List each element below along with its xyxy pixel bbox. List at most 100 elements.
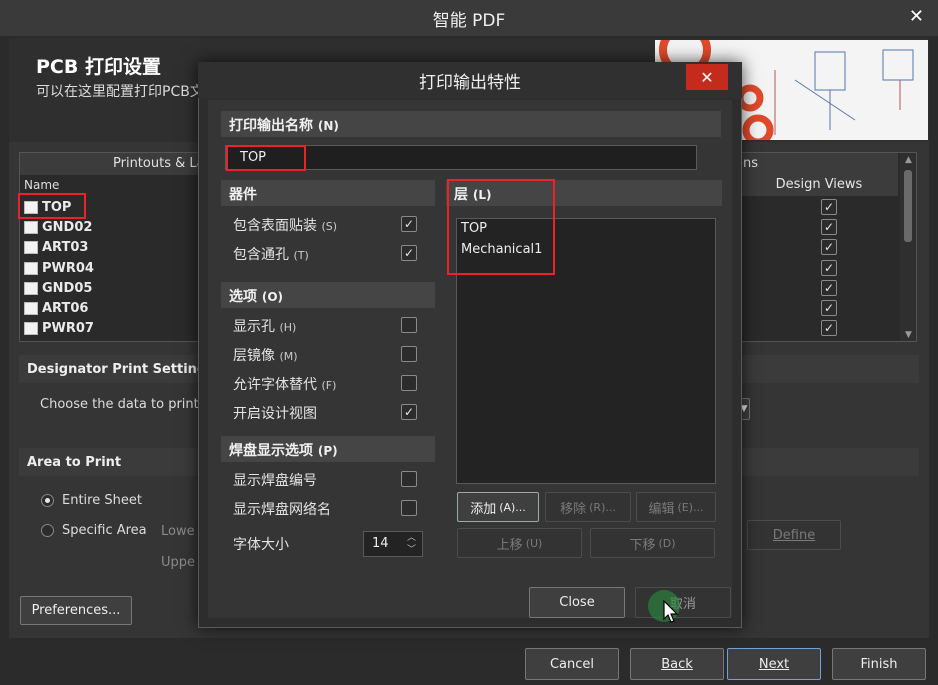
design-views-checkbox[interactable]: ✓: [821, 219, 837, 235]
add-layer-button[interactable]: 添加 (A)...: [457, 492, 539, 522]
add-hotkey: (A)...: [499, 500, 526, 514]
include-smd-hotkey: (S): [321, 220, 338, 233]
design-views-checkbox[interactable]: ✓: [821, 199, 837, 215]
design-views-checkbox[interactable]: ✓: [821, 320, 837, 336]
close-dialog-button[interactable]: Close: [529, 587, 625, 618]
area-title: Area to Print: [27, 455, 122, 470]
edit-layer-button[interactable]: 编辑 (E)...: [636, 492, 716, 522]
design-views-checkbox[interactable]: ✓: [821, 280, 837, 296]
include-th-checkbox[interactable]: ✓: [401, 245, 417, 261]
font-substitution-checkbox[interactable]: [401, 375, 417, 391]
designator-description: Choose the data to print: [40, 397, 199, 412]
design-views-option-checkbox[interactable]: ✓: [401, 404, 417, 420]
mirror-layers-label: 层镜像 (M): [233, 345, 298, 365]
printout-row[interactable]: PWR04: [24, 258, 174, 278]
mirror-layers-text: 层镜像: [233, 348, 275, 364]
printout-row[interactable]: GND05: [24, 278, 174, 298]
printout-row[interactable]: GND02: [24, 217, 174, 237]
scroll-down-icon[interactable]: ▼: [905, 330, 912, 340]
font-size-stepper[interactable]: 14 ︿ ﹀: [363, 531, 423, 557]
finish-button[interactable]: Finish: [832, 648, 926, 680]
name-column-header: Name: [24, 178, 60, 192]
highlight-box: [226, 145, 306, 171]
pad-display-section-header: 焊盘显示选项 (P): [221, 436, 435, 462]
remove-layer-button[interactable]: 移除 (R)...: [545, 492, 631, 522]
window-title: 智能 PDF: [432, 10, 506, 31]
include-smd-label: 包含表面贴装 (S): [233, 215, 337, 235]
include-th-text: 包含通孔: [233, 247, 289, 263]
include-smd-text: 包含表面贴装: [233, 218, 317, 234]
scroll-up-icon[interactable]: ▲: [905, 155, 912, 165]
window-close-icon[interactable]: ✕: [909, 6, 924, 27]
include-smd-checkbox[interactable]: ✓: [401, 216, 417, 232]
back-button[interactable]: Back: [630, 648, 724, 680]
edit-hotkey: (E)...: [677, 500, 704, 514]
scrollbar-thumb[interactable]: [904, 170, 912, 242]
pad-numbers-checkbox[interactable]: [401, 471, 417, 487]
document-icon: [24, 281, 38, 295]
document-icon: [24, 321, 38, 335]
move-down-button[interactable]: 下移 (D): [590, 528, 715, 558]
show-holes-label: 显示孔 (H): [233, 316, 296, 336]
entire-sheet-label: Entire Sheet: [62, 493, 142, 508]
printout-name-hotkey: (N): [317, 119, 339, 133]
printout-name: PWR04: [42, 260, 94, 276]
font-substitution-hotkey: (F): [321, 379, 337, 392]
options-hotkey: (O): [261, 290, 284, 304]
window-titlebar: 智能 PDF: [0, 0, 938, 36]
lower-label: Lowe: [161, 524, 195, 539]
printout-row[interactable]: ART03: [24, 237, 174, 257]
stepper-arrows-icon[interactable]: ︿ ﹀: [407, 532, 416, 556]
move-up-button[interactable]: 上移 (U): [457, 528, 582, 558]
document-icon: [24, 240, 38, 254]
design-views-checkbox[interactable]: ✓: [821, 239, 837, 255]
dialog-close-icon[interactable]: ✕: [686, 64, 728, 90]
specific-area-radio[interactable]: Specific Area: [41, 523, 147, 538]
font-size-value: 14: [372, 536, 389, 551]
design-views-label: 开启设计视图: [233, 403, 317, 423]
components-section-header: 器件: [221, 180, 435, 206]
printout-name: ART03: [42, 239, 89, 255]
printout-name: PWR07: [42, 320, 94, 336]
design-views-column-header: Design Views: [740, 174, 898, 196]
highlight-box: [447, 179, 555, 275]
mirror-layers-checkbox[interactable]: [401, 346, 417, 362]
pad-net-names-checkbox[interactable]: [401, 500, 417, 516]
design-views-checkbox[interactable]: ✓: [821, 300, 837, 316]
next-button[interactable]: Next: [727, 648, 821, 680]
entire-sheet-radio[interactable]: Entire Sheet: [41, 493, 142, 508]
move-down-label: 下移: [629, 537, 656, 553]
options-title: 选项: [229, 289, 257, 305]
document-icon: [24, 220, 38, 234]
mirror-layers-hotkey: (M): [279, 350, 298, 363]
remove-hotkey: (R)...: [589, 500, 616, 514]
include-th-label: 包含通孔 (T): [233, 244, 309, 264]
components-title: 器件: [229, 187, 257, 203]
radio-selected-icon: [41, 494, 54, 507]
move-down-hotkey: (D): [658, 536, 676, 550]
document-icon: [24, 261, 38, 275]
font-substitution-text: 允许字体替代: [233, 377, 317, 393]
preferences-button[interactable]: Preferences...: [20, 596, 132, 625]
designator-title: Designator Print Settings: [27, 362, 214, 377]
pad-net-names-label: 显示焊盘网络名: [233, 502, 331, 518]
printout-row[interactable]: PWR07: [24, 318, 174, 338]
remove-label: 移除: [560, 501, 587, 517]
move-up-hotkey: (U): [525, 536, 543, 550]
dialog-title: 打印输出特性: [419, 72, 521, 93]
move-up-label: 上移: [496, 537, 523, 553]
upper-label: Uppe: [161, 555, 196, 570]
printout-name: ART06: [42, 300, 89, 316]
page-title: PCB 打印设置: [36, 56, 161, 78]
show-holes-checkbox[interactable]: [401, 317, 417, 333]
design-views-checkbox[interactable]: ✓: [821, 260, 837, 276]
define-button[interactable]: Define: [747, 520, 841, 550]
printout-row[interactable]: ART06: [24, 298, 174, 318]
design-views-text: 开启设计视图: [233, 406, 317, 422]
pad-display-hotkey: (P): [317, 444, 338, 458]
cancel-button[interactable]: Cancel: [525, 648, 619, 680]
show-holes-hotkey: (H): [279, 321, 297, 334]
show-holes-text: 显示孔: [233, 319, 275, 335]
options-section-header: 选项 (O): [221, 282, 435, 308]
printout-name: GND02: [42, 219, 93, 235]
